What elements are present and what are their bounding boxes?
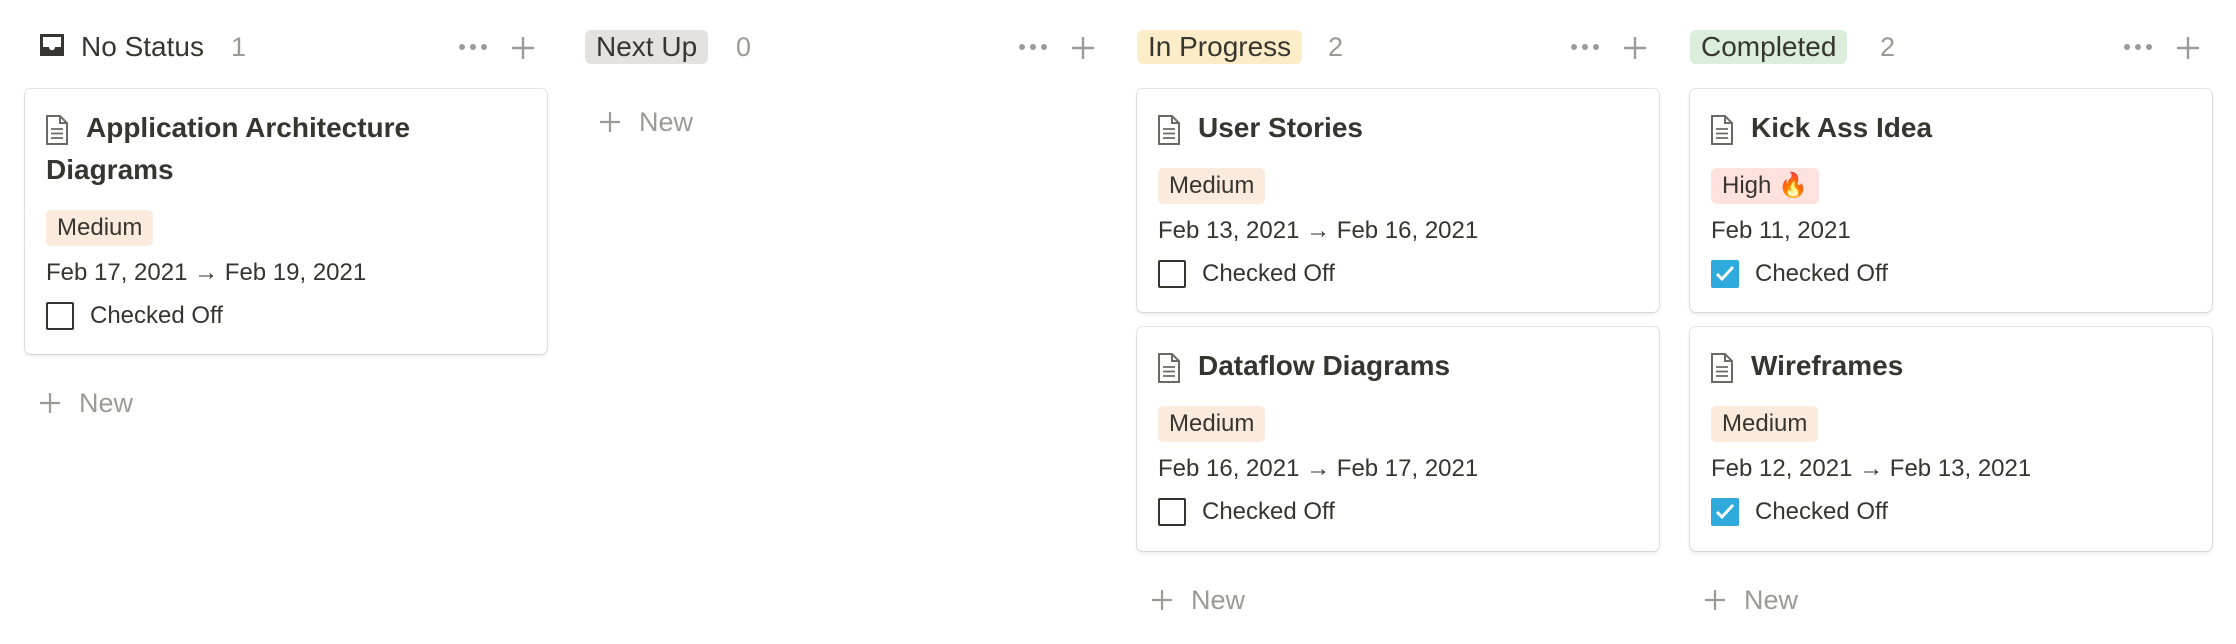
card-title: Wireframes — [1751, 350, 1904, 381]
add-card-icon[interactable] — [510, 35, 536, 61]
column-title: In Progress — [1137, 30, 1303, 64]
checkmark-icon — [1715, 503, 1735, 520]
card-user-stories[interactable]: User Stories Medium Feb 13, 2021 → Feb 1… — [1137, 89, 1659, 312]
column-header[interactable]: Next Up 0 — [585, 20, 1109, 68]
checkbox-checked[interactable] — [1711, 498, 1739, 526]
checkbox-label: Checked Off — [1755, 498, 1888, 525]
plus-icon — [1705, 590, 1725, 610]
card-title: User Stories — [1198, 112, 1363, 143]
new-card-label: New — [1744, 585, 1799, 615]
plus-icon — [600, 112, 620, 132]
add-card-icon[interactable] — [1622, 35, 1648, 61]
card-title: Dataflow Diagrams — [1198, 350, 1451, 381]
column-header[interactable]: Completed 2 — [1690, 20, 2214, 68]
plus-icon — [1152, 590, 1172, 610]
date-range: Feb 16, 2021 → Feb 17, 2021 — [1158, 455, 1479, 482]
new-card-label: New — [79, 388, 134, 418]
column-count: 2 — [1328, 32, 1344, 62]
more-options-icon[interactable] — [1017, 36, 1049, 58]
column-title: No Status — [81, 31, 204, 62]
new-card-label: New — [639, 107, 694, 137]
column-header[interactable]: No Status 1 — [25, 20, 549, 68]
add-card-icon[interactable] — [2175, 35, 2201, 61]
priority-tag: Medium — [1711, 406, 1819, 442]
date-value: Feb 11, 2021 — [1711, 217, 1851, 244]
more-options-icon[interactable] — [1569, 36, 1601, 58]
priority-tag: Medium — [1158, 406, 1266, 442]
card-kick-ass-idea[interactable]: Kick Ass Idea High 🔥 Feb 11, 2021 Checke… — [1690, 89, 2212, 312]
priority-tag: High 🔥 — [1711, 168, 1819, 204]
priority-tag: Medium — [46, 210, 154, 246]
checkbox[interactable] — [1158, 260, 1186, 288]
column-count: 1 — [231, 32, 247, 62]
checkbox-checked[interactable] — [1711, 260, 1739, 288]
new-card-label: New — [1191, 585, 1246, 615]
plus-icon — [40, 393, 60, 413]
column-header[interactable]: In Progress 2 — [1137, 20, 1661, 68]
card-application-architecture-diagrams[interactable]: Application Architecture Diagrams Medium… — [25, 89, 547, 354]
kanban-board: No Status 1 Application Architecture Dia… — [0, 0, 2236, 644]
date-range: Feb 17, 2021 → Feb 19, 2021 — [46, 259, 367, 286]
add-card-icon[interactable] — [1070, 35, 1096, 61]
date-range: Feb 13, 2021 → Feb 16, 2021 — [1158, 217, 1479, 244]
column-count: 0 — [736, 32, 752, 62]
card-title: Application Architecture Diagrams — [46, 112, 411, 185]
inbox-icon — [40, 34, 64, 56]
checkbox-label: Checked Off — [1202, 260, 1335, 287]
checkbox[interactable] — [1158, 498, 1186, 526]
card-title: Kick Ass Idea — [1751, 112, 1933, 143]
more-options-icon[interactable] — [457, 36, 489, 58]
new-card-button[interactable]: New — [595, 102, 795, 142]
checkbox-label: Checked Off — [1755, 260, 1888, 287]
column-count: 2 — [1880, 32, 1896, 62]
checkbox-label: Checked Off — [90, 302, 223, 329]
card-dataflow-diagrams[interactable]: Dataflow Diagrams Medium Feb 16, 2021 → … — [1137, 327, 1659, 551]
column-title: Completed — [1690, 30, 1848, 64]
new-card-button[interactable]: New — [1147, 580, 1347, 620]
new-card-button[interactable]: New — [1700, 580, 1900, 620]
priority-tag: Medium — [1158, 168, 1266, 204]
more-options-icon[interactable] — [2122, 36, 2154, 58]
checkbox[interactable] — [46, 302, 74, 330]
date-range: Feb 12, 2021 → Feb 13, 2021 — [1711, 455, 2032, 482]
new-card-button[interactable]: New — [35, 383, 235, 423]
checkmark-icon — [1715, 265, 1735, 282]
column-title: Next Up — [585, 30, 709, 64]
card-wireframes[interactable]: Wireframes Medium Feb 12, 2021 → Feb 13,… — [1690, 327, 2212, 551]
checkbox-label: Checked Off — [1202, 498, 1335, 525]
